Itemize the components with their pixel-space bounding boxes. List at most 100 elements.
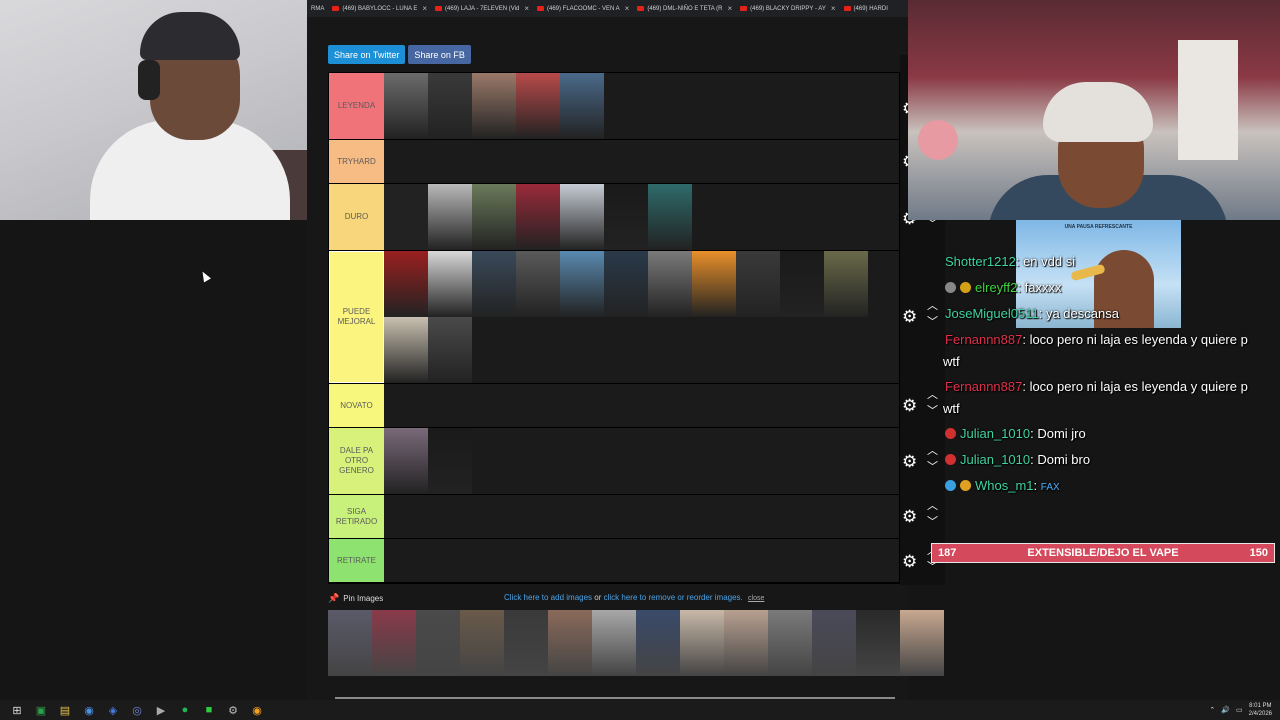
tier-item-image[interactable] [692,251,736,317]
pool-image[interactable] [460,610,504,676]
browser-tab[interactable]: (469) FLACOOMC - VEN A × [533,0,633,17]
tier-item-image[interactable] [560,184,604,250]
tier-label[interactable]: SIGA RETIRADO [329,495,384,538]
discord-icon[interactable]: ◎ [130,703,144,717]
tier-item-image[interactable] [384,428,428,494]
pool-image[interactable] [636,610,680,676]
tier-item-image[interactable] [384,184,428,250]
pool-image[interactable] [592,610,636,676]
folder-icon[interactable]: ▤ [58,703,72,717]
tier-items[interactable] [384,539,899,582]
close-tab-icon[interactable]: × [831,4,836,13]
pool-image[interactable] [504,610,548,676]
tier-label[interactable]: TRYHARD [329,140,384,183]
tier-items[interactable] [384,384,899,427]
obs-icon[interactable]: ■ [202,703,216,717]
gear-icon[interactable]: ⚙ [902,507,917,527]
tier-item-image[interactable] [428,428,472,494]
tier-item-image[interactable] [428,184,472,250]
tier-item-image[interactable] [516,251,560,317]
tier-items[interactable] [384,495,899,538]
network-icon[interactable]: ▭ [1236,706,1243,714]
reorder-images-link[interactable]: click here to remove or reorder images. [604,593,743,602]
close-tab-icon[interactable]: × [727,4,732,13]
gear-icon[interactable]: ⚙ [902,396,917,416]
tier-item-image[interactable] [516,73,560,139]
pool-image[interactable] [856,610,900,676]
chevron-down-icon[interactable]: ﹀ [927,313,938,329]
windows-icon[interactable]: ⊞ [10,703,24,717]
tier-label[interactable]: DURO [329,184,384,250]
browser-tab[interactable]: (469) DML-NIÑO E TETA (R × [633,0,736,17]
gear-icon[interactable]: ⚙ [902,452,917,472]
pool-image[interactable] [724,610,768,676]
pin-images[interactable]: 📌 Pin Images [328,593,383,604]
pool-image[interactable] [768,610,812,676]
tier-item-image[interactable] [736,251,780,317]
chat-username[interactable]: Whos_m1 [975,478,1034,493]
share-twitter-button[interactable]: Share on Twitter [328,45,406,64]
pool-image[interactable] [416,610,460,676]
pool-image[interactable] [812,610,856,676]
tier-item-image[interactable] [648,251,692,317]
settings-icon[interactable]: ⚙ [226,703,240,717]
chevron-down-icon[interactable]: ﹀ [927,458,938,474]
pool-image[interactable] [548,610,592,676]
browser-tab[interactable]: (469) LAJA - 7ELEVEN (Vid × [431,0,533,17]
close-tab-icon[interactable]: × [625,4,630,13]
chrome-icon[interactable]: ◉ [82,703,96,717]
tier-label[interactable]: LEYENDA [329,73,384,139]
steam-icon[interactable]: ▶ [154,703,168,717]
tier-label[interactable]: RETIRATE [329,539,384,582]
close-tab-icon[interactable]: × [524,4,529,13]
browser-tab[interactable]: (469) BABYLOCC - LUNA E × [328,0,431,17]
tier-item-image[interactable] [824,251,868,317]
browser-tab[interactable]: RMA [307,0,328,17]
chevron-up-icon[interactable]: ︿ [927,497,938,513]
terminal-icon[interactable]: ▣ [34,703,48,717]
add-images-link[interactable]: Click here to add images [504,593,592,602]
clock[interactable]: 8:01 PM 2/4/2026 [1249,702,1272,718]
pool-image[interactable] [680,610,724,676]
pool-image[interactable] [900,610,944,676]
tier-item-image[interactable] [384,251,428,317]
tier-item-image[interactable] [384,317,428,383]
tier-item-image[interactable] [472,184,516,250]
gear-icon[interactable]: ⚙ [902,552,917,572]
close-link[interactable]: close [748,595,764,602]
chat-username[interactable]: Fernannn887 [945,332,1022,347]
chat-username[interactable]: elreyff2 [975,280,1017,295]
chevron-up-icon[interactable]: ⌃ [1209,706,1215,714]
chat-username[interactable]: Julian_1010 [960,452,1030,467]
tier-item-image[interactable] [472,73,516,139]
tier-label[interactable]: DALE PA OTRO GENERO [329,428,384,494]
tier-item-image[interactable] [780,251,824,317]
tier-items[interactable] [384,428,899,494]
chrome2-icon[interactable]: ◉ [250,703,264,717]
tier-items[interactable] [384,184,899,250]
close-tab-icon[interactable]: × [422,4,427,13]
tier-label[interactable]: NOVATO [329,384,384,427]
spotify-icon[interactable]: ● [178,703,192,717]
pool-image[interactable] [328,610,372,676]
chevron-up-icon[interactable]: ︿ [927,297,938,313]
chevron-down-icon[interactable]: ﹀ [927,402,938,418]
tier-items[interactable] [384,73,899,139]
browser-tab[interactable]: (469) BLACKY DRIPPY - AY × [736,0,839,17]
pool-image[interactable] [372,610,416,676]
tier-item-image[interactable] [560,251,604,317]
chevron-down-icon[interactable]: ﹀ [927,513,938,529]
tier-item-image[interactable] [428,73,472,139]
tier-item-image[interactable] [428,251,472,317]
gear-icon[interactable]: ⚙ [902,307,917,327]
tier-item-image[interactable] [560,73,604,139]
tier-item-image[interactable] [604,251,648,317]
tier-label[interactable]: PUEDE MEJORAL [329,251,384,383]
store-icon[interactable]: ◈ [106,703,120,717]
chevron-up-icon[interactable]: ︿ [927,442,938,458]
tier-item-image[interactable] [648,184,692,250]
tier-item-image[interactable] [604,184,648,250]
tier-item-image[interactable] [516,184,560,250]
share-fb-button[interactable]: Share on FB [408,45,471,64]
tier-items[interactable] [384,140,899,183]
